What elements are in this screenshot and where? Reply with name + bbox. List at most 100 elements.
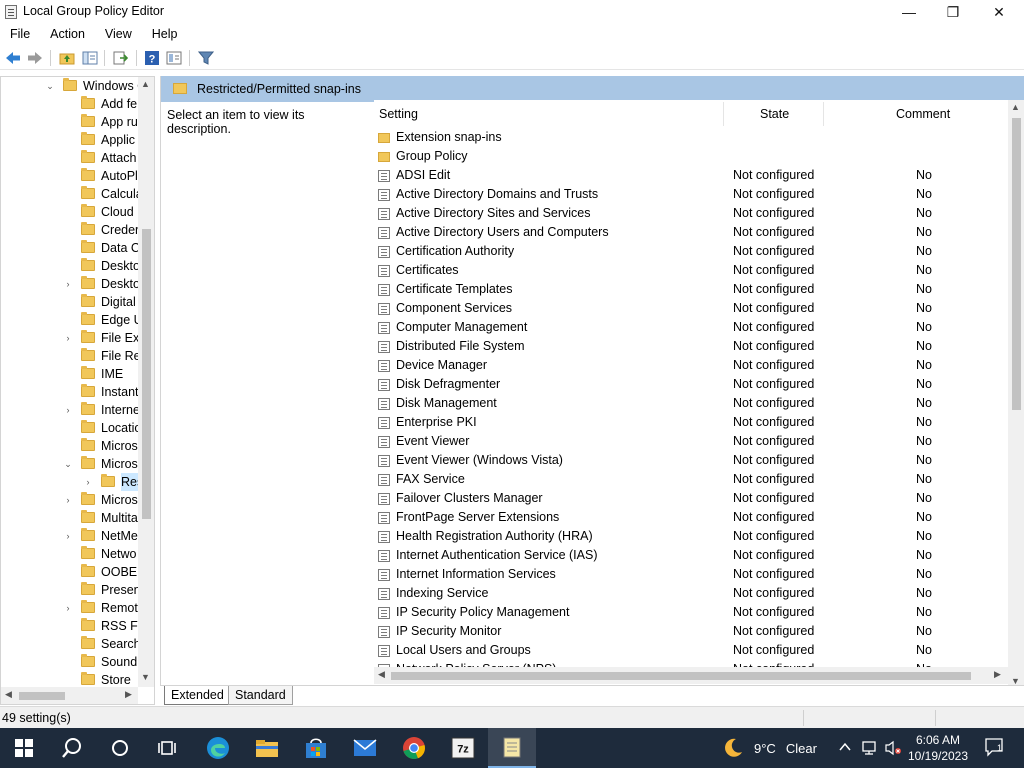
mail-icon[interactable] [341, 728, 389, 768]
tree-item[interactable]: ⌄ Micros [1, 455, 139, 473]
scroll-thumb[interactable] [1012, 118, 1021, 410]
expand-chevron-icon[interactable]: › [83, 473, 93, 491]
store-icon[interactable] [292, 728, 340, 768]
scroll-down-icon[interactable]: ▼ [141, 672, 150, 682]
tree-item[interactable]: File Re [1, 347, 141, 365]
restore-button[interactable]: ❐ [930, 0, 976, 24]
scroll-left-icon[interactable]: ◀ [378, 669, 385, 680]
tree-item[interactable]: Search [1, 635, 141, 653]
policy-row[interactable]: Device Manager Not configured No [374, 356, 1008, 375]
show-hide-tree-icon[interactable] [81, 49, 99, 67]
tree-item[interactable]: › Micros [1, 491, 139, 509]
policy-row[interactable]: Indexing Service Not configured No [374, 584, 1008, 603]
expand-chevron-icon[interactable]: › [63, 491, 73, 509]
search-icon[interactable] [48, 728, 96, 768]
tree-item[interactable]: › Deskto [1, 275, 140, 293]
policy-row[interactable]: Event Viewer (Windows Vista) Not configur… [374, 451, 1008, 470]
expand-chevron-icon[interactable]: › [63, 527, 73, 545]
scroll-up-icon[interactable]: ▲ [141, 79, 150, 89]
policy-row[interactable]: Computer Management Not configured No [374, 318, 1008, 337]
policy-row[interactable]: Component Services Not configured No [374, 299, 1008, 318]
tree-item[interactable]: OOBE [1, 563, 139, 581]
policy-row[interactable]: IP Security Policy Management Not configu… [374, 603, 1008, 622]
column-divider[interactable] [823, 102, 824, 126]
scroll-thumb[interactable] [391, 672, 971, 680]
tree-item[interactable]: ⌄ Windows C [1, 77, 146, 95]
policy-row[interactable]: Certificates Not configured No [374, 261, 1008, 280]
properties-icon[interactable] [165, 49, 183, 67]
policy-row[interactable]: Disk Defragmenter Not configured No [374, 375, 1008, 394]
policy-row[interactable]: FrontPage Server Extensions Not configure… [374, 508, 1008, 527]
policy-row[interactable]: FAX Service Not configured No [374, 470, 1008, 489]
tree-horizontal-scrollbar[interactable]: ◀ ▶ [1, 687, 138, 704]
policy-row[interactable]: Health Registration Authority (HRA) Not c… [374, 527, 1008, 546]
tree-item[interactable]: App ru [1, 113, 139, 131]
policy-row[interactable]: Internet Information Services Not configu… [374, 565, 1008, 584]
scroll-up-icon[interactable]: ▲ [1011, 102, 1020, 112]
tree-item[interactable]: Multita [1, 509, 139, 527]
tree-item[interactable]: Micros [1, 437, 139, 455]
tree-item[interactable]: › Interne [1, 401, 140, 419]
task-view-icon[interactable] [144, 728, 192, 768]
folder-row[interactable]: Extension snap-ins [374, 128, 1008, 147]
policy-row[interactable]: Active Directory Users and Computers Not … [374, 223, 1008, 242]
scroll-right-icon[interactable]: ▶ [125, 689, 132, 700]
tree-item[interactable]: › NetMe [1, 527, 139, 545]
folder-row[interactable]: Group Policy [374, 147, 1008, 166]
column-header-setting[interactable]: Setting [379, 107, 418, 121]
tab-standard[interactable]: Standard [228, 686, 293, 705]
expand-chevron-icon[interactable]: › [63, 401, 73, 419]
policy-row[interactable]: Event Viewer Not configured No [374, 432, 1008, 451]
start-windows-icon[interactable] [0, 728, 48, 768]
console-tree[interactable]: ⌄ Windows C Add fe App ru Applic Attach AutoPl… [0, 76, 155, 705]
tree-item[interactable]: Presen [1, 581, 141, 599]
column-header-comment[interactable]: Comment [896, 107, 950, 121]
list-vertical-scrollbar[interactable]: ▲ ▼ [1008, 100, 1024, 690]
back-arrow-icon[interactable] [4, 49, 22, 67]
notepad-icon[interactable] [488, 728, 536, 768]
tree-item[interactable]: AutoPl [1, 167, 139, 185]
filter-icon[interactable] [197, 49, 215, 67]
scroll-left-icon[interactable]: ◀ [5, 689, 12, 700]
collapse-chevron-icon[interactable]: ⌄ [63, 455, 73, 473]
tree-item[interactable]: › Remot [1, 599, 139, 617]
policy-row[interactable]: Active Directory Sites and Services Not c… [374, 204, 1008, 223]
clock[interactable]: 6:06 AM 10/19/2023 [905, 732, 971, 764]
policy-row[interactable]: ADSI Edit Not configured No [374, 166, 1008, 185]
export-list-icon[interactable] [111, 49, 129, 67]
tree-item[interactable]: IME [1, 365, 139, 383]
policy-row[interactable]: Certification Authority Not configured No [374, 242, 1008, 261]
help-icon[interactable]: ? [143, 49, 161, 67]
tree-item[interactable]: Deskto [1, 257, 140, 275]
tree-item[interactable]: Instant [1, 383, 139, 401]
edge-icon[interactable] [194, 728, 242, 768]
tree-vertical-scrollbar[interactable]: ▲ ▼ [138, 77, 154, 687]
policy-row[interactable]: Distributed File System Not configured No [374, 337, 1008, 356]
tab-extended[interactable]: Extended [164, 686, 231, 705]
network-icon[interactable] [861, 740, 879, 759]
policy-row[interactable]: Failover Clusters Manager Not configured N… [374, 489, 1008, 508]
tree-item[interactable]: RSS Fe [1, 617, 145, 635]
expand-chevron-icon[interactable]: › [63, 329, 73, 347]
menu-file[interactable]: File [0, 24, 40, 44]
tree-item[interactable]: Add fe [1, 95, 139, 113]
policy-row[interactable]: Certificate Templates Not configured No [374, 280, 1008, 299]
menu-help[interactable]: Help [142, 24, 188, 44]
policy-row[interactable]: Internet Authentication Service (IAS) Not… [374, 546, 1008, 565]
file-explorer-icon[interactable] [243, 728, 291, 768]
scroll-right-icon[interactable]: ▶ [994, 669, 1001, 680]
menu-view[interactable]: View [95, 24, 142, 44]
tree-item[interactable]: › Res [1, 473, 144, 491]
tree-item[interactable]: Calcula [1, 185, 143, 203]
column-divider[interactable] [723, 102, 724, 126]
tree-item[interactable]: Cloud [1, 203, 139, 221]
cortana-icon[interactable] [96, 728, 144, 768]
tree-item[interactable]: Sound [1, 653, 139, 671]
tree-item[interactable]: Applic [1, 131, 139, 149]
policy-row[interactable]: Disk Management Not configured No [374, 394, 1008, 413]
forward-arrow-icon[interactable] [26, 49, 44, 67]
policy-row[interactable]: IP Security Monitor Not configured No [374, 622, 1008, 641]
policy-row[interactable]: Local Users and Groups Not configured No [374, 641, 1008, 660]
scroll-thumb[interactable] [19, 692, 65, 700]
volume-muted-icon[interactable] [884, 740, 902, 759]
